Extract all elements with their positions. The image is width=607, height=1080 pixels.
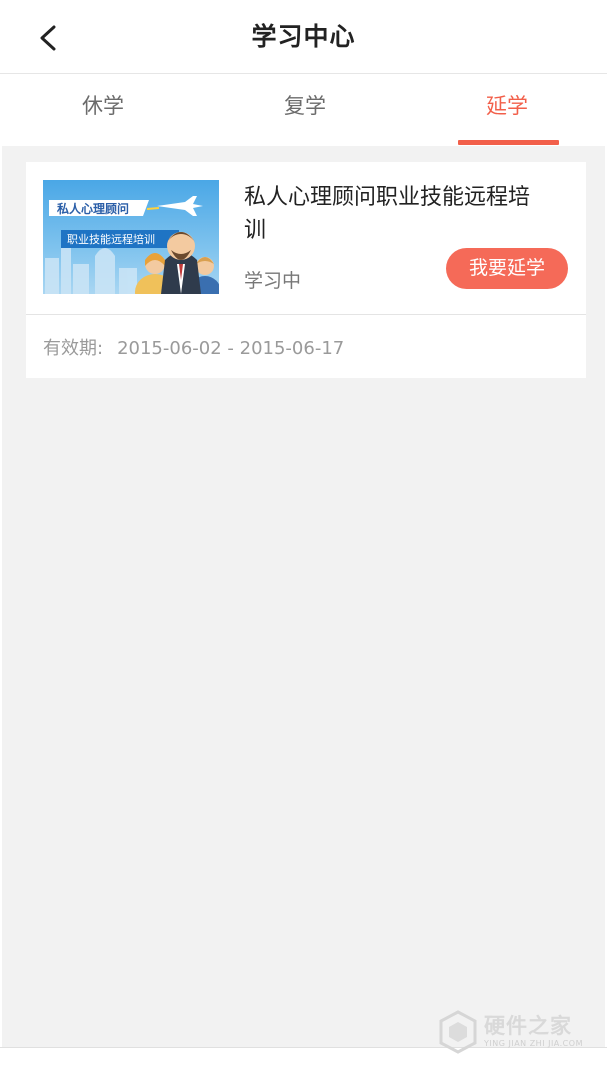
card-divider: [26, 314, 586, 315]
course-thumbnail[interactable]: 私人心理顾问 职业技能远程培训: [43, 180, 219, 294]
validity-period: 有效期: 2015-06-02 - 2015-06-17: [43, 334, 344, 360]
validity-label: 有效期:: [43, 338, 104, 359]
thumbnail-line1: 私人心理顾问: [56, 201, 129, 216]
course-title[interactable]: 私人心理顾问职业技能远程培训: [244, 181, 534, 247]
tab-resume[interactable]: 复学: [204, 75, 406, 146]
course-thumbnail-art: 私人心理顾问 职业技能远程培训: [45, 196, 219, 294]
watermark-subtext: YING JIAN ZHI JIA.COM: [484, 1039, 583, 1048]
extend-study-button[interactable]: 我要延学: [446, 248, 568, 289]
course-card: 私人心理顾问 职业技能远程培训 私人心理顾问职业技能远程培训 学习中 我要延学 …: [26, 162, 586, 378]
watermark-text: 硬件之家: [484, 1014, 572, 1038]
content-area: 私人心理顾问 职业技能远程培训 私人心理顾问职业技能远程培训 学习中 我要延学 …: [2, 146, 605, 1047]
tab-extend[interactable]: 延学: [406, 75, 607, 146]
tab-suspend[interactable]: 休学: [2, 75, 204, 146]
active-tab-indicator: [458, 140, 559, 145]
page-title: 学习中心: [251, 22, 356, 51]
thumbnail-line2: 职业技能远程培训: [67, 232, 155, 246]
cube-logo-icon: [439, 1010, 477, 1054]
course-status: 学习中: [244, 270, 302, 292]
watermark: 硬件之家 YING JIAN ZHI JIA.COM: [438, 1008, 598, 1058]
tab-bar: 休学 复学 延学: [0, 75, 607, 146]
validity-range: 2015-06-02 - 2015-06-17: [117, 338, 345, 359]
app-header: 学习中心: [0, 0, 607, 74]
